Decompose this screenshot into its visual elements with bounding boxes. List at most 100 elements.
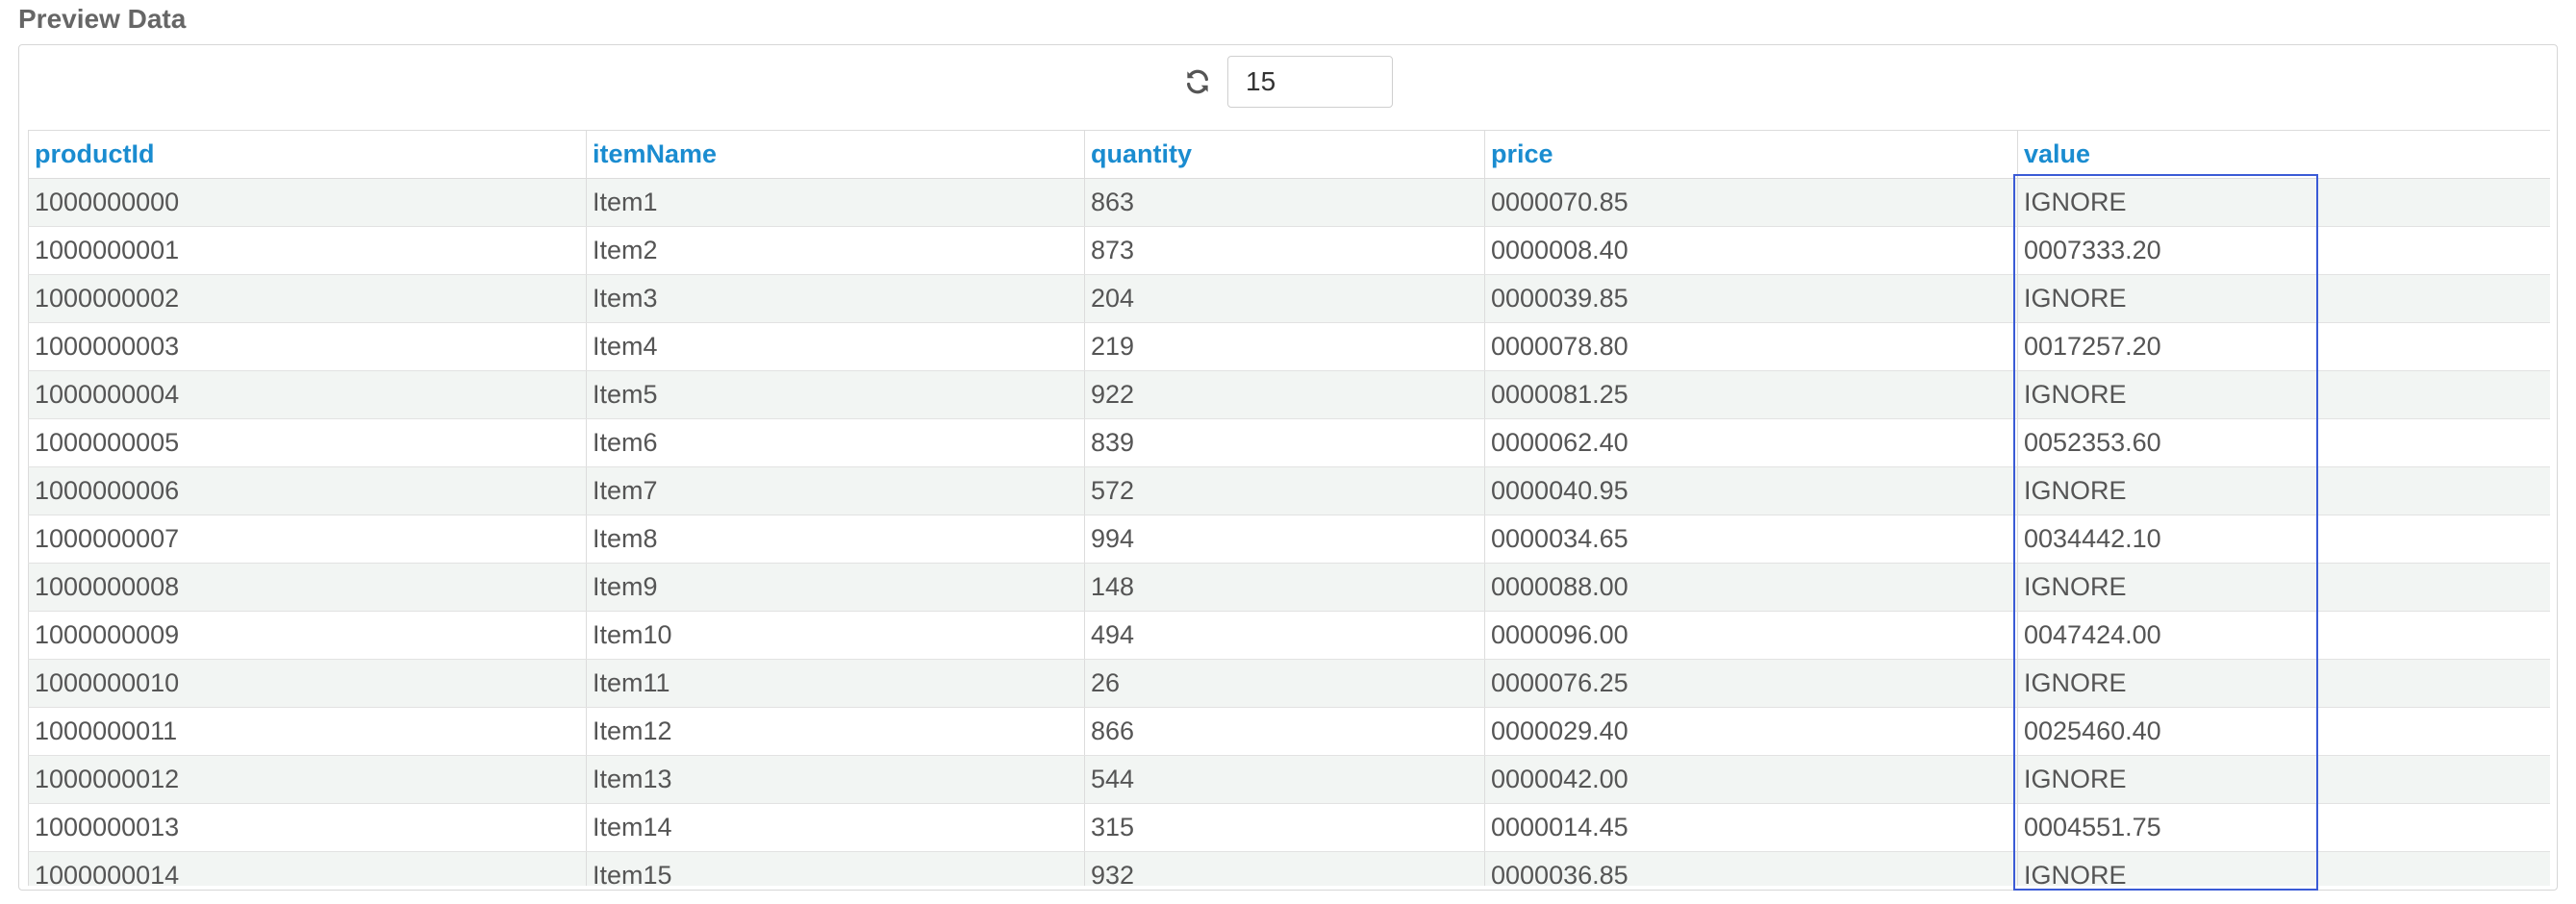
cell-item-name: Item8 bbox=[586, 515, 1085, 564]
cell-value: 0007333.20 bbox=[2017, 226, 2550, 275]
table-row[interactable]: 1000000001 Item2 873 0000008.40 0007333.20 bbox=[28, 226, 2550, 275]
row-count-input[interactable] bbox=[1227, 56, 1393, 108]
refresh-icon-glyph bbox=[1187, 69, 1208, 94]
table-body: 1000000000 Item1 863 0000070.85 IGNORE 100000… bbox=[28, 178, 2550, 886]
table-row[interactable]: 1000000011 Item12 866 0000029.40 0025460.40 bbox=[28, 707, 2550, 756]
cell-quantity: 839 bbox=[1084, 418, 1485, 467]
cell-product-id: 1000000005 bbox=[28, 418, 587, 467]
cell-quantity: 572 bbox=[1084, 466, 1485, 515]
table-header-row: productId itemName quantity price value bbox=[28, 131, 2550, 179]
cell-item-name: Item9 bbox=[586, 563, 1085, 612]
cell-product-id: 1000000001 bbox=[28, 226, 587, 275]
cell-value: 0052353.60 bbox=[2017, 418, 2550, 467]
cell-item-name: Item15 bbox=[586, 851, 1085, 886]
table-row[interactable]: 1000000003 Item4 219 0000078.80 0017257.20 bbox=[28, 322, 2550, 371]
cell-item-name: Item13 bbox=[586, 755, 1085, 804]
cell-price: 0000070.85 bbox=[1484, 178, 2018, 227]
table-row[interactable]: 1000000012 Item13 544 0000042.00 IGNORE bbox=[28, 755, 2550, 804]
cell-value: IGNORE bbox=[2017, 851, 2550, 886]
cell-quantity: 219 bbox=[1084, 322, 1485, 371]
data-table-container[interactable]: productId itemName quantity price value … bbox=[28, 130, 2550, 886]
cell-item-name: Item7 bbox=[586, 466, 1085, 515]
table-row[interactable]: 1000000008 Item9 148 0000088.00 IGNORE bbox=[28, 563, 2550, 612]
cell-quantity: 315 bbox=[1084, 803, 1485, 852]
cell-price: 0000040.95 bbox=[1484, 466, 2018, 515]
panel-title: Preview Data bbox=[18, 4, 187, 34]
cell-product-id: 1000000004 bbox=[28, 370, 587, 419]
cell-product-id: 1000000011 bbox=[28, 707, 587, 756]
column-header-productid[interactable]: productId bbox=[28, 131, 587, 179]
table-row[interactable]: 1000000006 Item7 572 0000040.95 IGNORE bbox=[28, 466, 2550, 515]
cell-item-name: Item11 bbox=[586, 659, 1085, 708]
cell-quantity: 863 bbox=[1084, 178, 1485, 227]
table-row[interactable]: 1000000013 Item14 315 0000014.45 0004551.75 bbox=[28, 803, 2550, 852]
table-row[interactable]: 1000000004 Item5 922 0000081.25 IGNORE bbox=[28, 370, 2550, 419]
cell-item-name: Item4 bbox=[586, 322, 1085, 371]
cell-price: 0000078.80 bbox=[1484, 322, 2018, 371]
cell-item-name: Item3 bbox=[586, 274, 1085, 323]
cell-value: 0025460.40 bbox=[2017, 707, 2550, 756]
cell-value: IGNORE bbox=[2017, 370, 2550, 419]
refresh-icon[interactable] bbox=[1181, 65, 1214, 98]
preview-panel: productId itemName quantity price value … bbox=[18, 44, 2558, 891]
column-header-value[interactable]: value bbox=[2017, 131, 2550, 179]
cell-value: 0034442.10 bbox=[2017, 515, 2550, 564]
cell-price: 0000014.45 bbox=[1484, 803, 2018, 852]
table-row[interactable]: 1000000007 Item8 994 0000034.65 0034442.10 bbox=[28, 515, 2550, 564]
cell-quantity: 148 bbox=[1084, 563, 1485, 612]
cell-quantity: 204 bbox=[1084, 274, 1485, 323]
cell-product-id: 1000000010 bbox=[28, 659, 587, 708]
table-row[interactable]: 1000000014 Item15 932 0000036.85 IGNORE bbox=[28, 851, 2550, 886]
cell-quantity: 932 bbox=[1084, 851, 1485, 886]
column-header-itemname[interactable]: itemName bbox=[586, 131, 1085, 179]
cell-item-name: Item6 bbox=[586, 418, 1085, 467]
cell-price: 0000036.85 bbox=[1484, 851, 2018, 886]
cell-product-id: 1000000008 bbox=[28, 563, 587, 612]
cell-quantity: 866 bbox=[1084, 707, 1485, 756]
cell-quantity: 544 bbox=[1084, 755, 1485, 804]
cell-product-id: 1000000007 bbox=[28, 515, 587, 564]
cell-product-id: 1000000006 bbox=[28, 466, 587, 515]
cell-product-id: 1000000012 bbox=[28, 755, 587, 804]
cell-product-id: 1000000009 bbox=[28, 611, 587, 660]
cell-quantity: 26 bbox=[1084, 659, 1485, 708]
table-row[interactable]: 1000000005 Item6 839 0000062.40 0052353.60 bbox=[28, 418, 2550, 467]
cell-item-name: Item12 bbox=[586, 707, 1085, 756]
cell-value: IGNORE bbox=[2017, 466, 2550, 515]
toolbar bbox=[1181, 55, 1393, 109]
cell-value: IGNORE bbox=[2017, 563, 2550, 612]
cell-price: 0000076.25 bbox=[1484, 659, 2018, 708]
cell-price: 0000034.65 bbox=[1484, 515, 2018, 564]
table-row[interactable]: 1000000002 Item3 204 0000039.85 IGNORE bbox=[28, 274, 2550, 323]
column-header-price[interactable]: price bbox=[1484, 131, 2018, 179]
cell-product-id: 1000000013 bbox=[28, 803, 587, 852]
cell-price: 0000088.00 bbox=[1484, 563, 2018, 612]
cell-price: 0000042.00 bbox=[1484, 755, 2018, 804]
cell-item-name: Item1 bbox=[586, 178, 1085, 227]
cell-value: 0017257.20 bbox=[2017, 322, 2550, 371]
cell-value: IGNORE bbox=[2017, 274, 2550, 323]
cell-value: 0004551.75 bbox=[2017, 803, 2550, 852]
cell-price: 0000039.85 bbox=[1484, 274, 2018, 323]
cell-quantity: 873 bbox=[1084, 226, 1485, 275]
cell-price: 0000081.25 bbox=[1484, 370, 2018, 419]
table-row[interactable]: 1000000000 Item1 863 0000070.85 IGNORE bbox=[28, 178, 2550, 227]
column-header-quantity[interactable]: quantity bbox=[1084, 131, 1485, 179]
cell-price: 0000008.40 bbox=[1484, 226, 2018, 275]
cell-product-id: 1000000003 bbox=[28, 322, 587, 371]
data-table: productId itemName quantity price value … bbox=[28, 131, 2550, 886]
cell-value: IGNORE bbox=[2017, 659, 2550, 708]
cell-quantity: 994 bbox=[1084, 515, 1485, 564]
table-row[interactable]: 1000000010 Item11 26 0000076.25 IGNORE bbox=[28, 659, 2550, 708]
cell-item-name: Item5 bbox=[586, 370, 1085, 419]
cell-product-id: 1000000000 bbox=[28, 178, 587, 227]
cell-price: 0000062.40 bbox=[1484, 418, 2018, 467]
cell-item-name: Item10 bbox=[586, 611, 1085, 660]
cell-item-name: Item14 bbox=[586, 803, 1085, 852]
cell-value: 0047424.00 bbox=[2017, 611, 2550, 660]
cell-quantity: 922 bbox=[1084, 370, 1485, 419]
cell-item-name: Item2 bbox=[586, 226, 1085, 275]
cell-quantity: 494 bbox=[1084, 611, 1485, 660]
cell-price: 0000029.40 bbox=[1484, 707, 2018, 756]
table-row[interactable]: 1000000009 Item10 494 0000096.00 0047424.00 bbox=[28, 611, 2550, 660]
